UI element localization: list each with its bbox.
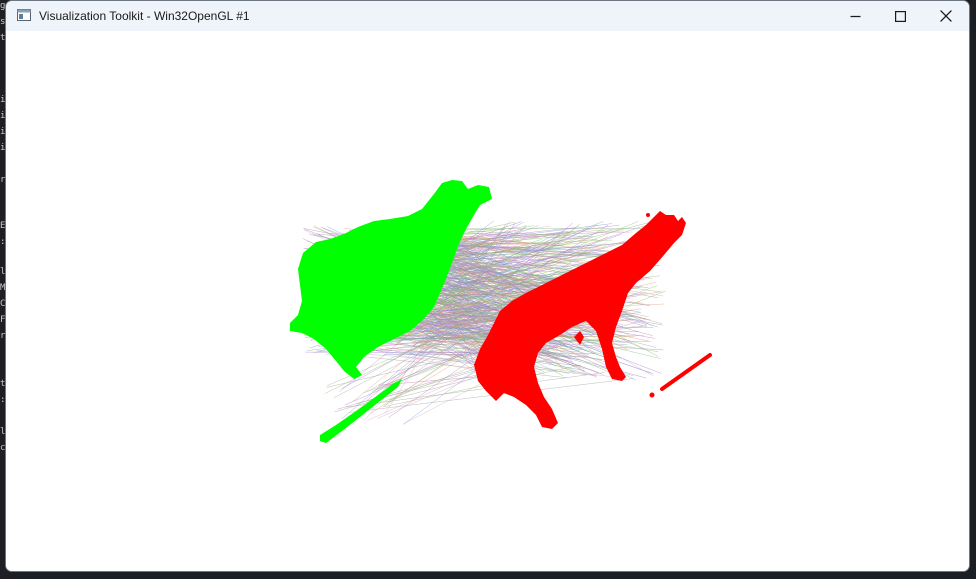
close-icon — [940, 10, 952, 22]
render-viewport[interactable] — [6, 31, 969, 571]
minimize-button[interactable] — [832, 1, 878, 31]
target-cloud-point — [646, 213, 650, 217]
maximize-icon — [894, 10, 906, 22]
target-cloud-point — [649, 392, 655, 398]
target-cloud-rod — [660, 353, 712, 391]
minimize-icon — [850, 15, 860, 17]
title-bar[interactable]: Visualization Toolkit - Win32OpenGL #1 — [6, 1, 969, 31]
source-cloud-foot — [320, 379, 402, 443]
close-button[interactable] — [923, 1, 969, 31]
window-title: Visualization Toolkit - Win32OpenGL #1 — [39, 9, 250, 23]
vtk-render-window: Visualization Toolkit - Win32OpenGL #1 — [5, 0, 970, 572]
maximize-button[interactable] — [877, 1, 923, 31]
point-cloud-scene — [290, 180, 712, 443]
vtk-window-icon — [17, 9, 31, 21]
